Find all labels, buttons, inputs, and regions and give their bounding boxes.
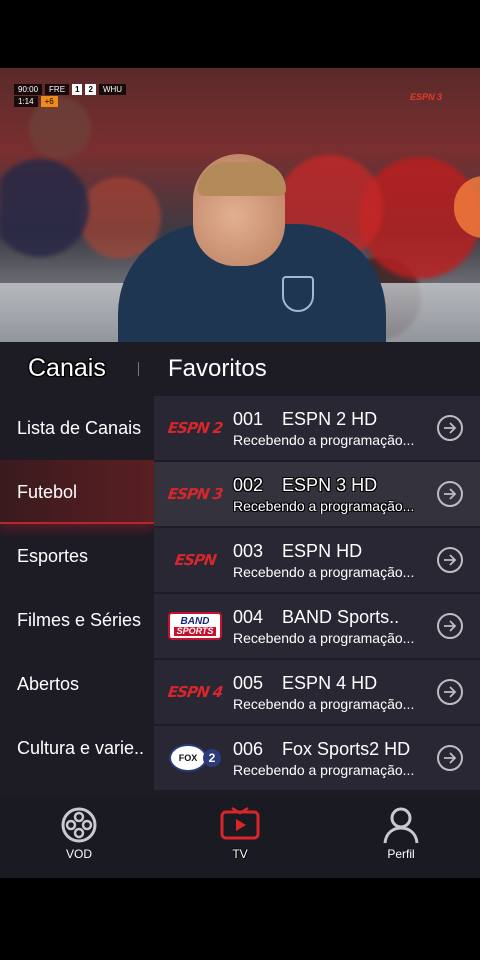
- player-hair: [198, 162, 286, 196]
- arrow-right-icon[interactable]: [437, 679, 463, 705]
- tab-favoritos[interactable]: Favoritos: [168, 355, 267, 383]
- espn2-logo: ESPN 2: [166, 419, 224, 437]
- channel-number: 003: [233, 540, 264, 561]
- channel-name: Fox Sports2 HD: [282, 738, 411, 759]
- score-away: 2: [85, 84, 96, 95]
- bottom-navigation: VOD TV Perfil: [0, 796, 480, 878]
- arrow-right-icon[interactable]: [437, 613, 463, 639]
- channel-name: ESPN 4 HD: [282, 672, 378, 693]
- broadcaster-watermark: ESPN 3: [409, 92, 442, 102]
- tab-canais[interactable]: Canais: [28, 354, 106, 383]
- nav-perfil-label: Perfil: [387, 847, 415, 861]
- channel-number: 002: [233, 474, 264, 495]
- nav-vod-label: VOD: [65, 847, 92, 861]
- channel-status: Recebendo a programação...: [233, 497, 415, 514]
- band-logo-top: BAND: [180, 615, 210, 627]
- channel-row[interactable]: BAND SPORTS 004 BAND Sports.. Recebendo …: [154, 594, 480, 658]
- arrow-right-icon[interactable]: [437, 481, 463, 507]
- channel-name: ESPN 2 HD: [282, 408, 378, 429]
- espn3-logo: ESPN 3: [166, 485, 224, 503]
- arrow-right-icon[interactable]: [437, 547, 463, 573]
- added-minutes: +6: [40, 96, 58, 107]
- channel-row[interactable]: FOX 2 006 Fox Sports2 HD Recebendo a pro…: [154, 726, 480, 790]
- added-time: 1:14: [14, 96, 38, 107]
- channel-row[interactable]: ESPN 2 001 ESPN 2 HD Recebendo a program…: [154, 396, 480, 460]
- channel-row-selected[interactable]: ESPN 3 002 ESPN 3 HD Recebendo a program…: [154, 462, 480, 526]
- match-time: 90:00: [14, 84, 43, 95]
- category-item[interactable]: Cultura e varie..: [0, 716, 154, 780]
- video-player[interactable]: 90:00 FRE 1 2 WHU 1:14 +6 ESPN 3: [0, 68, 480, 342]
- nav-tv-label: TV: [232, 847, 248, 861]
- team-away: WHU: [98, 84, 127, 95]
- channel-logo: ESPN 2: [162, 408, 228, 448]
- panel-tabs: Canais Favoritos: [0, 342, 480, 396]
- category-item[interactable]: Lista de Canais: [0, 396, 154, 460]
- channel-number: 001: [233, 408, 264, 429]
- channel-name: ESPN HD: [282, 540, 363, 561]
- espn4-logo: ESPN 4: [166, 683, 224, 701]
- fox-sports2-logo: FOX 2: [169, 744, 221, 772]
- channel-status: Recebendo a programação...: [233, 629, 415, 646]
- channel-row[interactable]: ESPN 003 ESPN HD Recebendo a programação…: [154, 528, 480, 592]
- team-home: FRE: [45, 84, 70, 95]
- category-item-active[interactable]: Futebol: [0, 460, 154, 524]
- arrow-right-icon[interactable]: [437, 745, 463, 771]
- user-profile-icon: [383, 807, 419, 844]
- channel-logo: ESPN 3: [162, 474, 228, 514]
- channel-logo: ESPN 4: [162, 672, 228, 712]
- film-reel-icon: [61, 807, 97, 843]
- channel-status: Recebendo a programação...: [233, 431, 415, 448]
- category-item[interactable]: Abertos: [0, 652, 154, 716]
- channel-name: ESPN 3 HD: [282, 474, 378, 495]
- channel-number: 004: [233, 606, 264, 627]
- channel-row[interactable]: ESPN 4 005 ESPN 4 HD Recebendo a program…: [154, 660, 480, 724]
- band-sports-logo: BAND SPORTS: [168, 612, 222, 640]
- club-crest-icon: [282, 276, 314, 312]
- score-home: 1: [72, 84, 83, 95]
- channel-list: ESPN 2 001 ESPN 2 HD Recebendo a program…: [154, 396, 480, 792]
- nav-vod[interactable]: VOD: [60, 806, 98, 861]
- tab-divider: [138, 362, 139, 376]
- fox-logo-text: FOX: [169, 744, 207, 772]
- scoreboard: 90:00 FRE 1 2 WHU 1:14 +6: [14, 84, 127, 107]
- channel-number: 006: [233, 738, 264, 759]
- channel-status: Recebendo a programação...: [233, 563, 415, 580]
- arrow-right-icon[interactable]: [437, 415, 463, 441]
- category-item[interactable]: Esportes: [0, 524, 154, 588]
- channel-status: Recebendo a programação...: [233, 761, 415, 778]
- category-item[interactable]: Filmes e Séries: [0, 588, 154, 652]
- channel-logo: ESPN: [162, 540, 228, 580]
- fox-logo-number: 2: [203, 749, 221, 767]
- espn-logo: ESPN: [173, 551, 217, 569]
- nav-tv[interactable]: TV: [220, 806, 260, 861]
- channel-logo: BAND SPORTS: [162, 606, 228, 646]
- band-logo-bottom: SPORTS: [173, 626, 217, 636]
- channel-name: BAND Sports..: [282, 606, 400, 627]
- channel-status: Recebendo a programação...: [233, 695, 415, 712]
- tv-play-icon: [220, 806, 260, 840]
- channel-logo: FOX 2: [162, 738, 228, 778]
- nav-perfil[interactable]: Perfil: [382, 806, 420, 861]
- category-sidebar: Lista de Canais Futebol Esportes Filmes …: [0, 396, 154, 780]
- channel-number: 005: [233, 672, 264, 693]
